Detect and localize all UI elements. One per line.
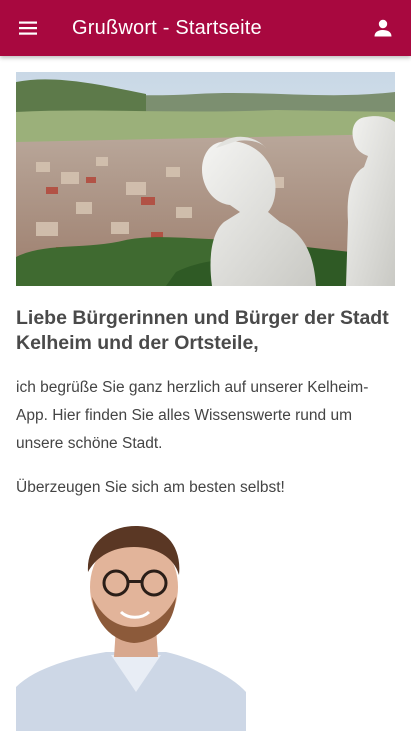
page-title: Grußwort - Startseite	[72, 16, 262, 39]
menu-icon	[19, 21, 37, 35]
mayor-portrait-image	[16, 517, 246, 731]
invitation-paragraph: Überzeugen Sie sich am besten selbst!	[16, 479, 285, 496]
hero-image	[16, 72, 395, 286]
account-button[interactable]	[355, 0, 411, 56]
main-content: Liebe Bürgerinnen und Bürger der Stadt K…	[16, 72, 395, 731]
intro-paragraph: ich begrüße Sie ganz herzlich auf unsere…	[16, 379, 369, 452]
greeting-heading: Liebe Bürgerinnen und Bürger der Stadt K…	[16, 307, 389, 354]
menu-button[interactable]	[0, 0, 56, 56]
app-bar: Grußwort - Startseite	[0, 0, 411, 56]
account-icon	[374, 19, 392, 37]
